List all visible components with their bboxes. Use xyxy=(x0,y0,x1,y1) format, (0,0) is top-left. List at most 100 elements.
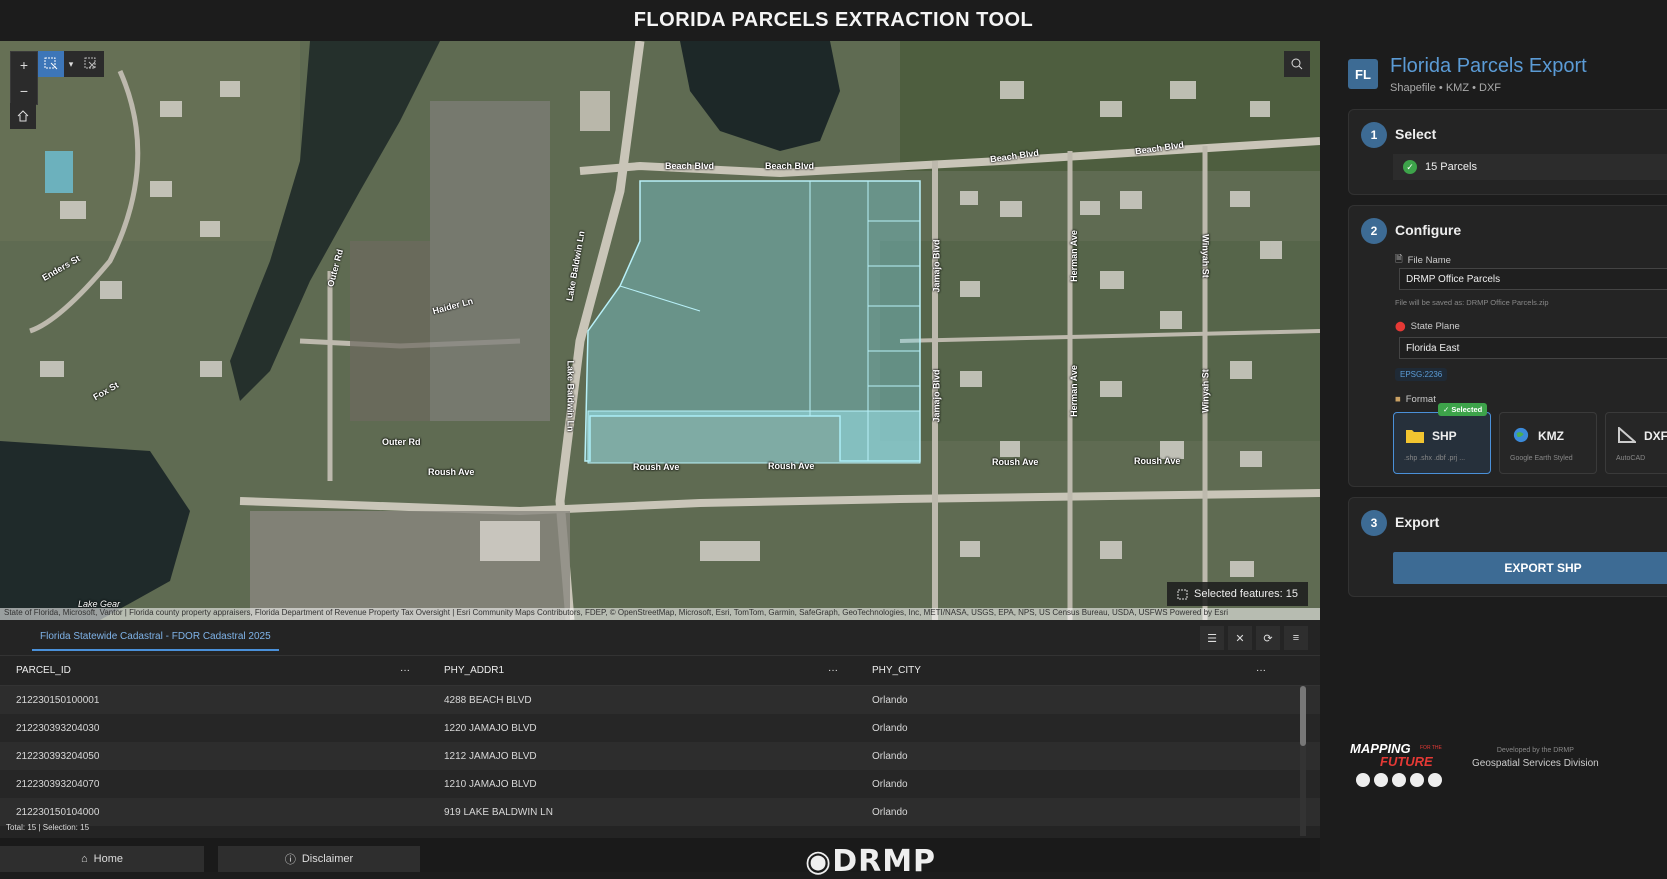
export-button[interactable]: EXPORT SHP xyxy=(1393,552,1667,584)
street-label: Outer Rd xyxy=(382,437,421,447)
map-view[interactable]: Beach Blvd Beach Blvd Beach Blvd Beach B… xyxy=(0,41,1320,620)
drmp-logo: ◉DRMP xyxy=(805,844,937,879)
pin-icon: ⬤ xyxy=(1395,321,1406,332)
table-body: 212230150100001 4288 BEACH BLVD Orlando 21… xyxy=(0,686,1320,826)
format-option-shp[interactable]: ✓ Selected SHP .shp .shx .dbf .prj ... xyxy=(1393,403,1491,474)
more-icon[interactable]: ··· xyxy=(1256,665,1266,676)
drmp-mark-icon: ◉ xyxy=(805,844,833,879)
drafting-triangle-icon xyxy=(1618,427,1636,443)
street-label: Roush Ave xyxy=(1134,456,1181,466)
parcels-chip[interactable]: ✓ 15 Parcels xyxy=(1393,154,1667,180)
street-label: Lake Baldwin Ln xyxy=(565,360,576,432)
street-label: Herman Ave xyxy=(1068,230,1079,282)
home-button[interactable]: ⌂ Home xyxy=(0,846,204,872)
home-icon: ⌂ xyxy=(81,853,88,865)
select-rectangle-icon xyxy=(44,57,58,70)
chevron-down-icon[interactable]: ▾ xyxy=(64,51,78,77)
street-label: Herman Ave xyxy=(1068,365,1079,417)
footer: ⌂ Home ⓘ Disclaimer ◉DRMP xyxy=(0,838,1320,879)
card-title: Export xyxy=(1395,514,1440,530)
selected-badge: ✓ Selected xyxy=(1438,403,1488,416)
select-card: 1 Select ✓ 15 Parcels xyxy=(1348,109,1667,195)
more-icon[interactable]: ··· xyxy=(828,665,838,676)
street-label: Winyah St xyxy=(1200,369,1211,413)
folder-icon xyxy=(1406,430,1424,443)
table-total: Total: 15 | Selection: 15 xyxy=(6,823,90,832)
step-number: 1 xyxy=(1361,122,1387,148)
selection-icon xyxy=(1177,589,1188,599)
table-row[interactable]: 212230393204070 1210 JAMAJO BLVD Orlando xyxy=(0,770,1320,798)
step-number: 2 xyxy=(1361,218,1387,244)
app-header: FLORIDA PARCELS EXTRACTION TOOL xyxy=(0,0,1667,40)
refresh-icon: ⟳ xyxy=(1263,632,1273,645)
export-card: 3 Export EXPORT SHP xyxy=(1348,497,1667,597)
app-title: FLORIDA PARCELS EXTRACTION TOOL xyxy=(633,8,1034,31)
configure-card: 2 Configure 🗎 File Name DRMP Office Parce… xyxy=(1348,205,1667,487)
clear-selection-button[interactable] xyxy=(78,51,104,77)
column-header[interactable]: PARCEL_ID ··· xyxy=(0,665,428,676)
card-title: Select xyxy=(1395,126,1437,142)
powered-by[interactable]: Powered by Esri xyxy=(1170,608,1228,617)
selected-features-label: Selected features: 15 xyxy=(1194,588,1298,600)
developer-credit: Developed by the DRMP Geospatial Service… xyxy=(1472,747,1599,769)
more-icon[interactable]: ··· xyxy=(400,665,410,676)
table-row[interactable]: 212230150100001 4288 BEACH BLVD Orlando xyxy=(0,686,1320,714)
options-icon: ≡ xyxy=(1292,632,1300,644)
tab-fdor-cadastral[interactable]: Florida Statewide Cadastral - FDOR Cadas… xyxy=(32,625,279,651)
epsg-badge: EPSG:2236 xyxy=(1395,368,1448,381)
table-header: PARCEL_ID ··· PHY_ADDR1 ··· PHY_CITY ··· xyxy=(0,656,1320,686)
clear-selection-icon xyxy=(84,57,96,69)
state-plane-select[interactable]: Florida East xyxy=(1399,337,1667,359)
state-plane-label: ⬤ State Plane xyxy=(1395,321,1460,332)
export-panel: FL Florida Parcels Export Shapefile • KM… xyxy=(1320,41,1667,872)
file-name-input[interactable]: DRMP Office Parcels xyxy=(1399,268,1667,290)
table-row[interactable]: 212230150104000 919 LAKE BALDWIN LN Orland… xyxy=(0,798,1320,826)
info-icon: ⓘ xyxy=(284,854,296,866)
globe-icon xyxy=(1513,427,1529,443)
street-label: Roush Ave xyxy=(992,457,1039,467)
map-search-button[interactable] xyxy=(1284,51,1310,77)
file-icon: 🗎 xyxy=(1395,254,1403,265)
street-label: Roush Ave xyxy=(428,467,475,477)
panel-subtitle: Shapefile • KMZ • DXF xyxy=(1390,82,1502,94)
format-option-kmz[interactable]: KMZ Google Earth Styled xyxy=(1499,412,1597,474)
selected-features-badge: Selected features: 15 xyxy=(1167,582,1308,606)
clear-selection-table-button[interactable]: ✕ xyxy=(1228,626,1252,650)
select-by-rectangle-button[interactable] xyxy=(38,51,64,77)
selection-tools: ▾ xyxy=(38,51,104,77)
list-check-icon: ☰ xyxy=(1207,632,1217,645)
file-name-label: 🗎 File Name xyxy=(1395,252,1451,268)
step-number: 3 xyxy=(1361,510,1387,536)
street-label: Winyah St xyxy=(1200,234,1211,278)
zoom-controls: + − xyxy=(10,51,38,105)
refresh-button[interactable]: ⟳ xyxy=(1256,626,1280,650)
file-name-note: File will be saved as: DRMP Office Parce… xyxy=(1395,298,1549,307)
disclaimer-button[interactable]: ⓘ Disclaimer xyxy=(218,846,420,872)
table-row[interactable]: 212230393204050 1212 JAMAJO BLVD Orlando xyxy=(0,742,1320,770)
zoom-out-button[interactable]: − xyxy=(11,78,37,104)
table-actions: ☰ ✕ ⟳ ≡ xyxy=(1200,626,1308,650)
street-label: Jamajo Blvd xyxy=(931,369,942,423)
format-option-dxf[interactable]: DXF AutoCAD xyxy=(1605,412,1667,474)
column-header[interactable]: PHY_ADDR1 ··· xyxy=(428,665,856,676)
home-icon xyxy=(17,110,29,122)
fl-badge: FL xyxy=(1348,59,1378,89)
show-selected-button[interactable]: ☰ xyxy=(1200,626,1224,650)
mff-icons xyxy=(1356,773,1450,787)
panel-title: Florida Parcels Export xyxy=(1390,55,1587,77)
zoom-in-button[interactable]: + xyxy=(11,52,37,78)
street-label: Jamajo Blvd xyxy=(931,239,942,293)
card-title: Configure xyxy=(1395,222,1462,238)
satellite-basemap xyxy=(0,41,1320,620)
mapping-for-the-future-logo: MAPPING FOR THE FUTURE xyxy=(1350,741,1450,787)
street-label: Beach Blvd xyxy=(765,161,815,171)
home-view-button[interactable] xyxy=(10,103,36,129)
table-scrollbar[interactable] xyxy=(1300,686,1306,836)
map-attribution: State of Florida, Microsoft, Vantor | Fl… xyxy=(0,608,1320,620)
street-label: Roush Ave xyxy=(633,462,680,472)
column-header[interactable]: PHY_CITY ··· xyxy=(856,665,1284,676)
panel-header: FL Florida Parcels Export Shapefile • KM… xyxy=(1348,55,1587,94)
table-row[interactable]: 212230393204030 1220 JAMAJO BLVD Orlando xyxy=(0,714,1320,742)
check-icon: ✓ xyxy=(1403,160,1417,174)
table-options-button[interactable]: ≡ xyxy=(1284,626,1308,650)
